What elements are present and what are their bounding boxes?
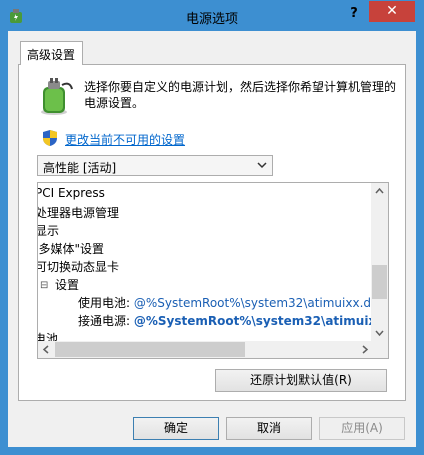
collapse-icon[interactable]: ⊟: [40, 281, 50, 291]
help-button[interactable]: ?: [343, 3, 365, 25]
tree-item-pci-express[interactable]: PCI Express: [38, 186, 105, 200]
tree-item-multimedia[interactable]: "多媒体"设置: [38, 240, 104, 257]
tree-item-on-battery[interactable]: 使用电池: @%SystemRoot%\system32\atimuixx.dl…: [78, 294, 386, 311]
tree-item-display[interactable]: 显示: [38, 222, 59, 239]
tree-item-settings[interactable]: 设置: [55, 276, 79, 293]
restore-defaults-button[interactable]: 还原计划默认值(R): [215, 369, 387, 392]
scroll-down-icon[interactable]: [371, 324, 388, 341]
title-bar[interactable]: 电源选项 ? ✕: [0, 0, 424, 32]
tree-item-switchable-graphics[interactable]: 可切换动态显卡: [38, 258, 119, 275]
dialog-body: 高级设置 选择你要自定义的电源计划，然后选择你希望计算机管理的电源设置。 更改当…: [8, 31, 416, 447]
tree-item-processor[interactable]: 处理器电源管理: [38, 204, 119, 221]
battery-power-icon: [41, 78, 73, 115]
on-battery-label: 使用电池:: [78, 296, 131, 310]
scroll-left-icon[interactable]: [38, 341, 55, 358]
change-unavailable-settings-link[interactable]: 更改当前不可用的设置: [65, 131, 185, 148]
scrollbar-corner: [371, 341, 388, 358]
power-plan-select[interactable]: 高性能 [活动]: [37, 155, 273, 176]
chevron-down-icon: [257, 162, 267, 169]
scroll-up-icon[interactable]: [371, 183, 388, 200]
window-frame: 电源选项 ? ✕ 高级设置 选择你要自定义的电源计划，然后选择你希望计算机管理的…: [0, 0, 424, 455]
tree-item-plugged-in[interactable]: 接通电源: @%SystemRoot%\system32\atimuixx.dl…: [78, 312, 388, 329]
plugged-in-value[interactable]: @%SystemRoot%\system32\atimuixx.dll,-: [134, 314, 388, 328]
on-battery-value[interactable]: @%SystemRoot%\system32\atimuixx.dll,-: [134, 296, 386, 310]
vertical-scrollbar[interactable]: [371, 183, 388, 341]
power-settings-tree[interactable]: PCI Express 处理器电源管理 显示 "多媒体"设置 可切换动态显卡 ⊟…: [37, 182, 389, 359]
uac-shield-icon: [43, 130, 57, 146]
tab-advanced-settings[interactable]: 高级设置: [20, 41, 83, 65]
vertical-scroll-thumb[interactable]: [372, 264, 387, 299]
ok-button[interactable]: 确定: [133, 417, 219, 440]
horizontal-scrollbar[interactable]: [38, 341, 373, 358]
plugged-in-label: 接通电源:: [78, 314, 131, 328]
tab-label: 高级设置: [27, 48, 76, 62]
horizontal-scroll-thumb[interactable]: [55, 342, 245, 357]
close-button[interactable]: ✕: [369, 1, 415, 22]
description-text: 选择你要自定义的电源计划，然后选择你希望计算机管理的电源设置。: [84, 80, 397, 110]
cancel-button[interactable]: 取消: [226, 417, 312, 440]
apply-button[interactable]: 应用(A): [319, 417, 405, 440]
power-plan-selected: 高性能 [活动]: [43, 161, 117, 175]
